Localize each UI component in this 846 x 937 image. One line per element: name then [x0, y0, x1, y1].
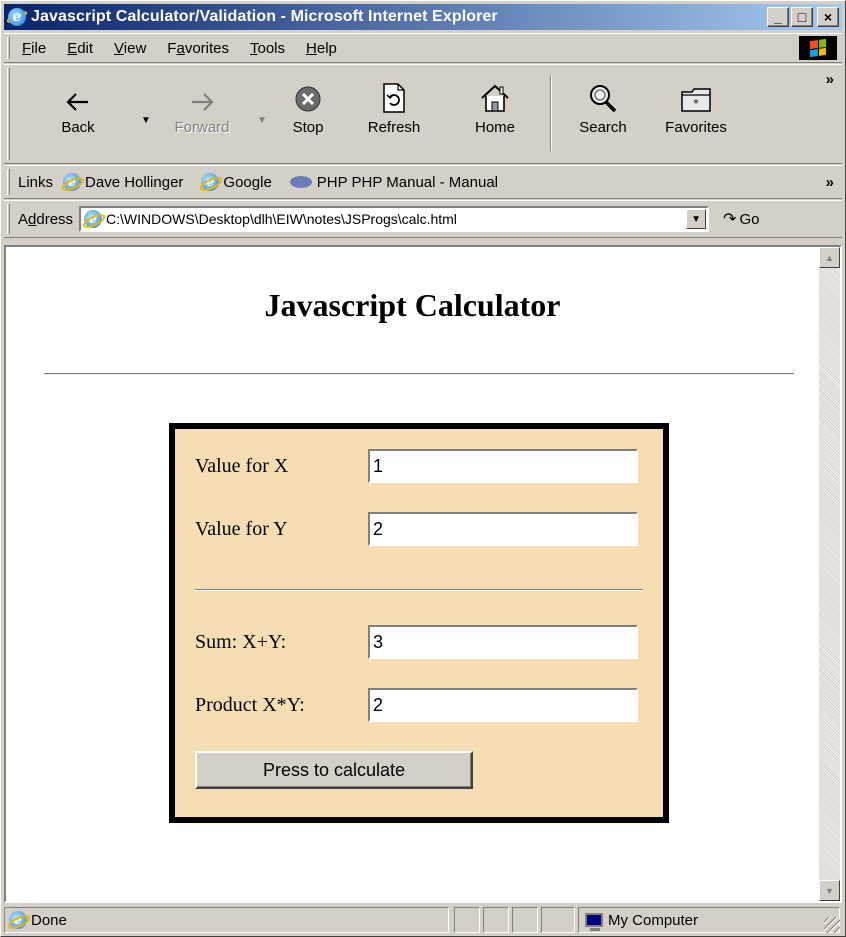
- back-dropdown-icon[interactable]: ▼: [141, 115, 151, 126]
- forward-button[interactable]: Forward: [164, 71, 240, 155]
- stop-label: Stop: [292, 119, 324, 136]
- stop-icon: [295, 86, 321, 112]
- ie-icon: e: [201, 173, 220, 191]
- vertical-scrollbar[interactable]: ▲ ▼: [819, 247, 840, 901]
- product-row: Product X*Y:: [195, 688, 638, 722]
- home-label: Home: [474, 119, 515, 136]
- ie-icon: e: [63, 173, 82, 191]
- links-label: Links: [18, 173, 54, 191]
- toolbar-more-chevron[interactable]: »: [826, 71, 834, 88]
- go-arrow-icon: ↷: [723, 211, 737, 228]
- ie-icon[interactable]: e: [5, 7, 29, 27]
- page-title: Javascript Calculator: [264, 287, 561, 323]
- menu-bar-grip[interactable]: [7, 37, 10, 59]
- go-button[interactable]: ↷ Go: [723, 209, 759, 229]
- refresh-button[interactable]: Refresh: [356, 71, 432, 155]
- y-row: Value for Y: [195, 512, 638, 546]
- sum-row: Sum: X+Y:: [195, 625, 638, 659]
- title-bar[interactable]: e Javascript Calculator/Validation - Mic…: [4, 4, 842, 30]
- status-bar: e Done My Computer: [4, 905, 842, 935]
- address-input[interactable]: e C:\WINDOWS\Desktop\dlh\EIW\notes\JSPro…: [79, 206, 710, 232]
- back-arrow-icon: [66, 93, 88, 111]
- back-button[interactable]: Back: [46, 71, 110, 155]
- scroll-up-button[interactable]: ▲: [819, 247, 840, 268]
- resize-grip[interactable]: [824, 917, 840, 933]
- menu-help[interactable]: Help: [306, 40, 337, 57]
- favorites-icon: *: [681, 88, 711, 112]
- menu-view[interactable]: View: [114, 40, 146, 57]
- browser-window: e Javascript Calculator/Validation - Mic…: [0, 0, 846, 937]
- status-panel-4: [541, 907, 575, 933]
- menu-tools[interactable]: Tools: [250, 40, 285, 57]
- home-button[interactable]: Home: [464, 71, 526, 155]
- standard-toolbar: Back ▼ Forward ▼ Stop Refresh Home Searc…: [4, 64, 842, 164]
- window-title: Javascript Calculator/Validation - Micro…: [31, 8, 498, 25]
- toolbar-separator: [550, 75, 552, 151]
- ie-icon: e: [9, 911, 27, 929]
- address-dropdown-button[interactable]: ▼: [686, 209, 707, 229]
- activity-throbber: [799, 36, 837, 60]
- security-zone-panel: My Computer: [578, 907, 840, 933]
- maximize-button[interactable]: □: [791, 7, 813, 27]
- scroll-down-button[interactable]: ▼: [819, 880, 840, 901]
- refresh-label: Refresh: [367, 119, 421, 136]
- product-output[interactable]: [368, 688, 638, 722]
- status-text: Done: [31, 911, 67, 929]
- menu-edit[interactable]: Edit: [67, 40, 93, 57]
- address-bar-grip[interactable]: [7, 204, 10, 234]
- menu-bar: File Edit View Favorites Tools Help: [4, 33, 842, 63]
- computer-icon: [585, 913, 603, 931]
- sum-label: Sum: X+Y:: [195, 630, 287, 653]
- link-google[interactable]: e Google: [201, 173, 272, 191]
- favorites-button[interactable]: * Favorites: [648, 71, 744, 155]
- php-icon: [289, 176, 312, 188]
- toolbar-grip[interactable]: [7, 68, 10, 160]
- windows-logo-icon: [810, 38, 826, 58]
- calculator-panel: Value for X Value for Y Sum: X+Y: Produc…: [169, 423, 669, 823]
- links-bar-grip[interactable]: [7, 169, 10, 195]
- menu-file[interactable]: File: [22, 40, 46, 57]
- search-label: Search: [579, 119, 627, 136]
- forward-label: Forward: [174, 119, 230, 136]
- address-url[interactable]: C:\WINDOWS\Desktop\dlh\EIW\notes\JSProgs…: [106, 211, 457, 227]
- page-content: Javascript Calculator Value for X Value …: [6, 247, 819, 901]
- links-bar: Links e Dave Hollinger e Google PHP PHP …: [4, 165, 842, 199]
- y-input[interactable]: [368, 512, 638, 546]
- x-input[interactable]: [368, 449, 638, 483]
- stop-button[interactable]: Stop: [280, 71, 336, 155]
- status-panel-3: [512, 907, 538, 933]
- svg-text:*: *: [693, 97, 699, 110]
- sum-output[interactable]: [368, 625, 638, 659]
- favorites-label: Favorites: [665, 119, 727, 136]
- status-text-panel: e Done: [4, 907, 449, 933]
- product-label: Product X*Y:: [195, 693, 305, 716]
- menu-favorites[interactable]: Favorites: [167, 40, 229, 57]
- address-label: Address: [18, 210, 74, 228]
- security-zone-text: My Computer: [608, 911, 699, 929]
- page-viewport: Javascript Calculator Value for X Value …: [4, 245, 842, 903]
- forward-arrow-icon: [192, 93, 214, 111]
- x-label: Value for X: [195, 454, 289, 477]
- link-dave-hollinger[interactable]: e Dave Hollinger: [63, 173, 183, 191]
- status-panel-1: [454, 907, 480, 933]
- close-button[interactable]: ×: [817, 7, 839, 27]
- link-php-manual[interactable]: PHP PHP Manual - Manual: [289, 174, 498, 191]
- forward-dropdown-icon[interactable]: ▼: [257, 115, 267, 126]
- refresh-icon: [383, 83, 405, 113]
- search-icon: [590, 85, 617, 113]
- links-more-chevron[interactable]: »: [826, 174, 834, 191]
- minimize-button[interactable]: _: [767, 7, 789, 27]
- home-icon: [481, 84, 509, 112]
- status-panel-2: [483, 907, 509, 933]
- address-bar: Address e C:\WINDOWS\Desktop\dlh\EIW\not…: [4, 200, 842, 238]
- calculator-divider: [195, 589, 643, 591]
- search-button[interactable]: Search: [564, 71, 642, 155]
- y-label: Value for Y: [195, 517, 288, 540]
- back-label: Back: [61, 119, 95, 136]
- horizontal-rule: [44, 373, 794, 375]
- x-row: Value for X: [195, 449, 638, 483]
- calculate-button[interactable]: Press to calculate: [195, 751, 473, 789]
- ie-icon: e: [84, 210, 103, 228]
